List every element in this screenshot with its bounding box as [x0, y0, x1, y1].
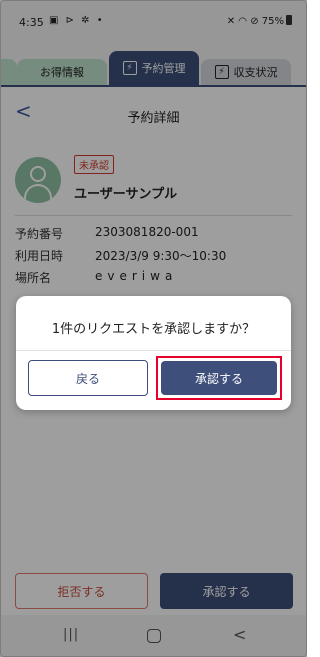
highlight-box: 承認する: [156, 356, 282, 400]
dialog-confirm-button[interactable]: 承認する: [161, 361, 277, 395]
dialog-divider: [16, 350, 291, 351]
dialog-message: 1件のリクエストを承認しますか？: [51, 322, 256, 337]
dialog-back-button[interactable]: 戻る: [28, 360, 148, 396]
dialog-back-label: 戻る: [75, 371, 100, 386]
confirm-dialog: 1件のリクエストを承認しますか？ 戻る 承認する: [16, 296, 291, 410]
dialog-confirm-label: 承認する: [194, 371, 243, 386]
